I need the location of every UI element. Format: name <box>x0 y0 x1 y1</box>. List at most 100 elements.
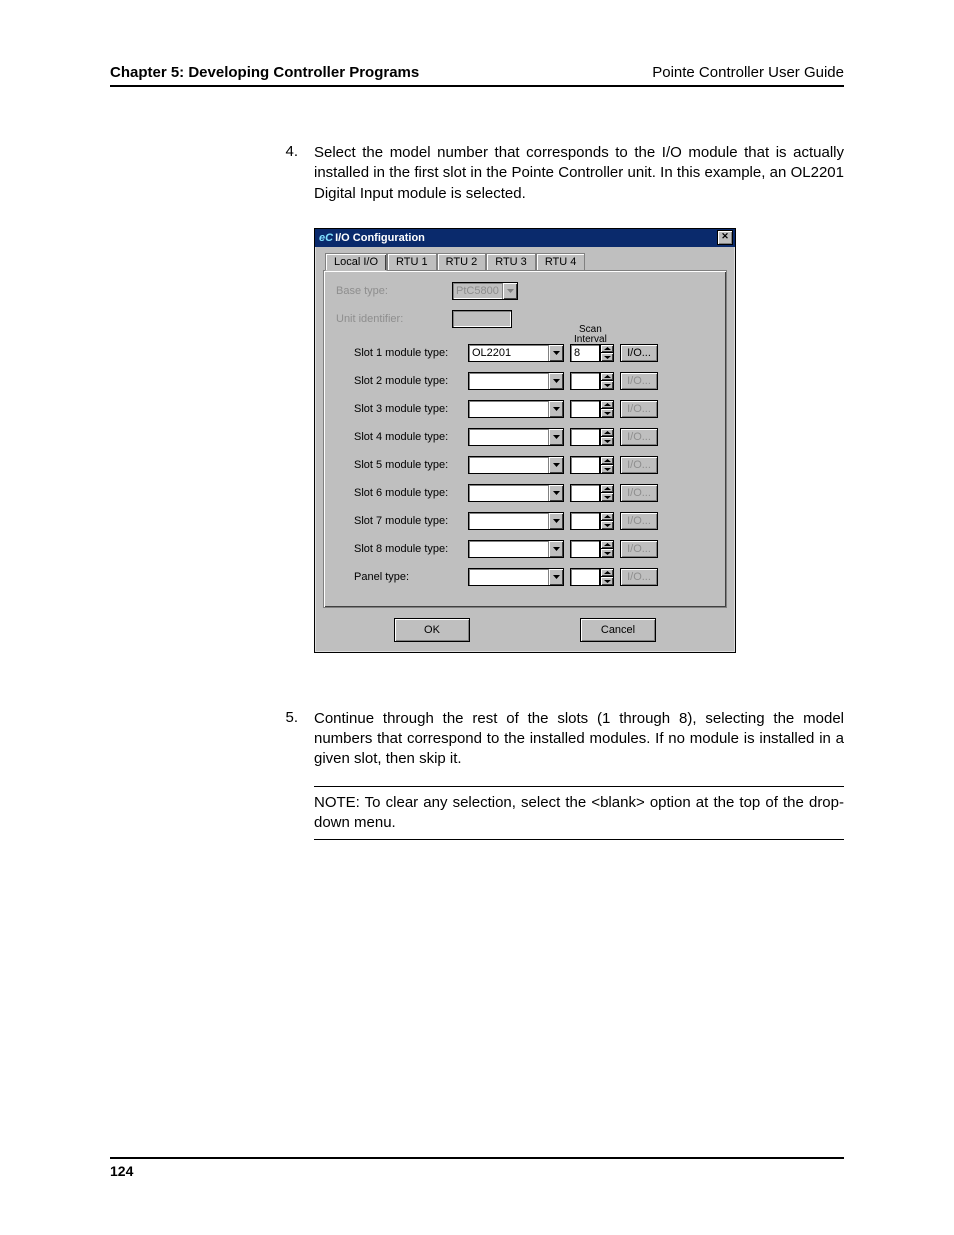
slot-6-module-combo[interactable] <box>468 484 564 502</box>
chevron-down-icon[interactable] <box>548 513 563 529</box>
chevron-down-icon[interactable] <box>548 485 563 501</box>
slot-3-io-button: I/O... <box>620 400 658 418</box>
slot-6-io-button: I/O... <box>620 484 658 502</box>
slot-7-scan-spinner[interactable] <box>570 512 614 530</box>
chevron-up-icon[interactable] <box>600 540 614 550</box>
slot-2-io-button: I/O... <box>620 372 658 390</box>
step-4: 4. Select the model number that correspo… <box>278 143 844 204</box>
title-prefix: eC <box>319 232 333 244</box>
chevron-down-icon[interactable] <box>548 429 563 445</box>
slot-row-3: Slot 3 module type: I/O... <box>336 399 714 419</box>
chevron-down-icon[interactable] <box>548 569 563 585</box>
slot-1-module-combo[interactable]: OL2201 <box>468 344 564 362</box>
tab-strip: Local I/O RTU 1 RTU 2 RTU 3 RTU 4 <box>323 253 727 270</box>
panel-scan-spinner[interactable] <box>570 568 614 586</box>
tab-local-io[interactable]: Local I/O <box>325 253 387 271</box>
slot-label: Slot 5 module type: <box>354 459 462 471</box>
scan-interval-header: Scan Interval <box>574 325 607 345</box>
tab-panel: Base type: PtC5800 Unit identifier: Scan <box>323 270 727 608</box>
chevron-down-icon[interactable] <box>600 353 614 362</box>
slot-label: Slot 6 module type: <box>354 487 462 499</box>
chevron-down-icon[interactable] <box>600 577 614 586</box>
slot-5-scan-spinner[interactable] <box>570 456 614 474</box>
slot-label: Slot 7 module type: <box>354 515 462 527</box>
slot-2-module-combo[interactable] <box>468 372 564 390</box>
chevron-up-icon[interactable] <box>600 372 614 382</box>
step-5-text: Continue through the rest of the slots (… <box>314 709 844 770</box>
step-4-number: 4. <box>278 143 298 204</box>
slot-6-scan-spinner[interactable] <box>570 484 614 502</box>
close-icon[interactable]: ✕ <box>717 230 733 245</box>
cancel-button[interactable]: Cancel <box>580 618 656 642</box>
chapter-title: Chapter 5: Developing Controller Program… <box>110 64 419 81</box>
panel-type-label: Panel type: <box>354 571 462 583</box>
chevron-up-icon[interactable] <box>600 512 614 522</box>
chevron-up-icon[interactable] <box>600 484 614 494</box>
chevron-down-icon[interactable] <box>600 521 614 530</box>
slot-row-5: Slot 5 module type: I/O... <box>336 455 714 475</box>
note-text: NOTE: To clear any selection, select the… <box>314 786 844 841</box>
panel-type-combo[interactable] <box>468 568 564 586</box>
slot-1-io-button[interactable]: I/O... <box>620 344 658 362</box>
slot-row-2: Slot 2 module type: I/O... <box>336 371 714 391</box>
slot-8-scan-spinner[interactable] <box>570 540 614 558</box>
unit-id-field <box>452 310 512 328</box>
slot-row-7: Slot 7 module type: I/O... <box>336 511 714 531</box>
base-type-label: Base type: <box>336 285 446 297</box>
panel-io-button: I/O... <box>620 568 658 586</box>
guide-title: Pointe Controller User Guide <box>652 64 844 81</box>
chevron-down-icon[interactable] <box>600 465 614 474</box>
chevron-down-icon[interactable] <box>548 541 563 557</box>
slot-1-module-value: OL2201 <box>469 347 548 359</box>
slot-3-scan-spinner[interactable] <box>570 400 614 418</box>
chevron-down-icon[interactable] <box>548 345 563 361</box>
slot-row-4: Slot 4 module type: I/O... <box>336 427 714 447</box>
slot-4-io-button: I/O... <box>620 428 658 446</box>
slot-label: Slot 4 module type: <box>354 431 462 443</box>
base-type-value: PtC5800 <box>453 285 502 297</box>
slot-8-module-combo[interactable] <box>468 540 564 558</box>
tab-rtu-2[interactable]: RTU 2 <box>437 253 487 270</box>
chevron-down-icon[interactable] <box>548 457 563 473</box>
slot-label: Slot 3 module type: <box>354 403 462 415</box>
slot-4-module-combo[interactable] <box>468 428 564 446</box>
slot-3-module-combo[interactable] <box>468 400 564 418</box>
slot-row-6: Slot 6 module type: I/O... <box>336 483 714 503</box>
chevron-down-icon[interactable] <box>600 381 614 390</box>
slot-1-scan-spinner[interactable]: 8 <box>570 344 614 362</box>
slot-row-1: Slot 1 module type:OL22018I/O... <box>336 343 714 363</box>
slot-7-module-combo[interactable] <box>468 512 564 530</box>
page-number: 124 <box>110 1157 844 1179</box>
chevron-up-icon[interactable] <box>600 568 614 578</box>
chevron-down-icon[interactable] <box>600 437 614 446</box>
slot-5-module-combo[interactable] <box>468 456 564 474</box>
chevron-up-icon[interactable] <box>600 428 614 438</box>
slot-label: Slot 2 module type: <box>354 375 462 387</box>
panel-type-row: Panel type: <box>336 567 714 587</box>
step-4-text: Select the model number that corresponds… <box>314 143 844 204</box>
chevron-up-icon[interactable] <box>600 456 614 466</box>
base-type-combo: PtC5800 <box>452 282 518 300</box>
dialog-title: I/O Configuration <box>335 232 425 244</box>
io-config-dialog: eC I/O Configuration ✕ Local I/O RTU 1 R… <box>314 228 736 653</box>
tab-rtu-4[interactable]: RTU 4 <box>536 253 586 270</box>
ok-button[interactable]: OK <box>394 618 470 642</box>
slot-label: Slot 8 module type: <box>354 543 462 555</box>
dialog-titlebar[interactable]: eC I/O Configuration ✕ <box>315 229 735 247</box>
tab-rtu-3[interactable]: RTU 3 <box>486 253 536 270</box>
chevron-up-icon[interactable] <box>600 400 614 410</box>
chevron-up-icon[interactable] <box>600 344 614 354</box>
chevron-down-icon[interactable] <box>548 401 563 417</box>
slot-5-io-button: I/O... <box>620 456 658 474</box>
page-header: Chapter 5: Developing Controller Program… <box>110 64 844 87</box>
unit-id-label: Unit identifier: <box>336 313 446 325</box>
chevron-down-icon[interactable] <box>600 409 614 418</box>
slot-2-scan-spinner[interactable] <box>570 372 614 390</box>
chevron-down-icon <box>502 283 517 299</box>
chevron-down-icon[interactable] <box>548 373 563 389</box>
chevron-down-icon[interactable] <box>600 549 614 558</box>
chevron-down-icon[interactable] <box>600 493 614 502</box>
slot-4-scan-spinner[interactable] <box>570 428 614 446</box>
tab-rtu-1[interactable]: RTU 1 <box>387 253 437 270</box>
slot-7-io-button: I/O... <box>620 512 658 530</box>
